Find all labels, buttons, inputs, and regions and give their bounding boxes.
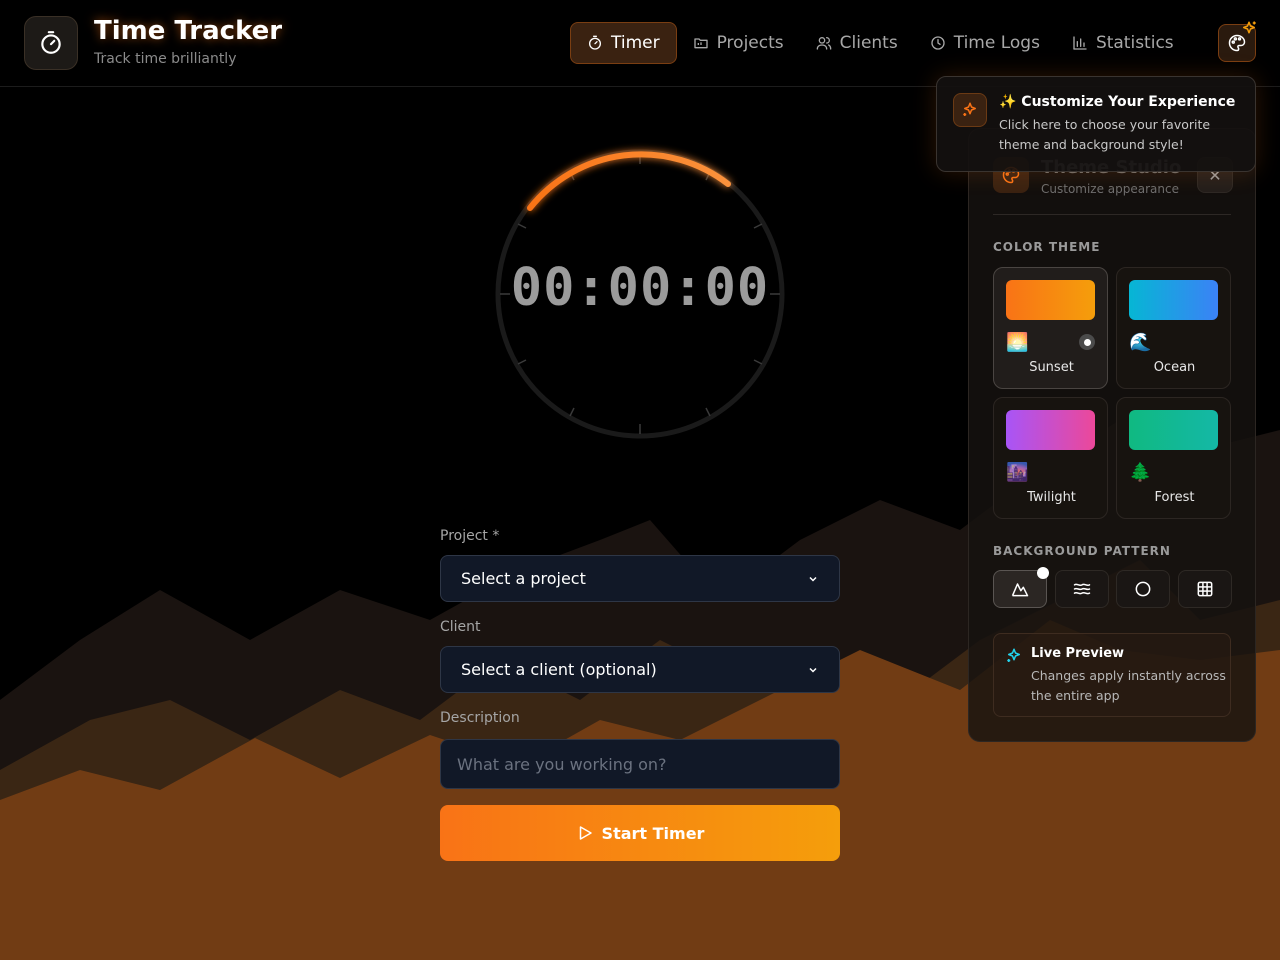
studio-subtitle: Customize appearance: [1041, 182, 1179, 196]
chevron-down-icon: [809, 667, 817, 673]
theme-card-ocean[interactable]: 🌊 Ocean: [1116, 267, 1231, 389]
app-logo: [24, 16, 78, 70]
start-timer-button[interactable]: Start Timer: [440, 805, 840, 861]
chevron-down-icon: [809, 576, 817, 582]
customize-tooltip[interactable]: ✨ Customize Your Experience Click here t…: [936, 76, 1256, 172]
pattern-waves-button[interactable]: [1055, 570, 1109, 608]
sparkle-icon: [1243, 21, 1256, 34]
nav-label: Statistics: [1095, 33, 1174, 53]
theme-swatch: [1006, 410, 1095, 450]
sunset-icon: 🌅: [1006, 332, 1029, 353]
tree-icon: 🌲: [1129, 462, 1152, 483]
play-icon: [579, 826, 592, 840]
project-select-value: Select a project: [461, 569, 586, 588]
description-input[interactable]: What are you working on?: [440, 739, 840, 789]
client-select-value: Select a client (optional): [461, 660, 657, 679]
description-placeholder: What are you working on?: [457, 754, 667, 774]
project-label: Project *: [440, 528, 500, 544]
theme-card-sunset[interactable]: 🌅 Sunset: [993, 267, 1108, 389]
theme-name: Forest: [1154, 490, 1195, 505]
theme-name: Ocean: [1153, 360, 1196, 375]
mountain-icon: [1011, 583, 1029, 597]
nav-label: Clients: [839, 33, 898, 53]
nav-item-timer[interactable]: Timer: [570, 22, 677, 64]
tooltip-title: ✨ Customize Your Experience: [999, 94, 1236, 110]
wave-icon: 🌊: [1129, 332, 1152, 353]
app-title: Time Tracker: [94, 16, 283, 46]
theme-swatch: [1006, 280, 1095, 320]
circle-icon: [1135, 581, 1151, 597]
sparkle-icon: [1007, 648, 1020, 662]
stopwatch-icon: [41, 31, 61, 54]
nav-label: Projects: [716, 33, 784, 53]
live-preview-box: Live Preview Changes apply instantly acr…: [993, 633, 1231, 717]
nav-label: Timer: [611, 33, 660, 53]
selected-indicator: [1037, 567, 1049, 579]
folder-icon: [693, 38, 708, 49]
tooltip-text: Click here to choose your favorite theme…: [999, 117, 1211, 152]
users-icon: [816, 37, 831, 50]
sparkle-icon: [963, 102, 976, 116]
nav-item-time-logs[interactable]: Time Logs: [914, 22, 1056, 64]
grid-icon: [1197, 581, 1213, 597]
nav-item-clients[interactable]: Clients: [800, 22, 914, 64]
divider: [993, 214, 1231, 215]
main-nav: Timer Projects Clients Time Logs Statist…: [570, 22, 1190, 64]
background-pattern-label: BACKGROUND PATTERN: [993, 544, 1171, 558]
clock-icon: [931, 36, 945, 50]
app-header: Time Tracker Track time brilliantly Time…: [0, 0, 1280, 87]
theme-name: Twilight: [1027, 490, 1076, 505]
timer-form: Project * Select a project Client Select…: [440, 528, 840, 861]
cityscape-icon: 🌆: [1006, 462, 1029, 483]
waves-icon: [1073, 583, 1091, 595]
start-timer-label: Start Timer: [601, 823, 705, 843]
live-preview-text: Changes apply instantly across the entir…: [1031, 668, 1226, 703]
theme-card-twilight[interactable]: 🌆 Twilight: [993, 397, 1108, 519]
theme-swatch: [1129, 410, 1218, 450]
pattern-grid-button[interactable]: [1178, 570, 1232, 608]
app-subtitle: Track time brilliantly: [94, 51, 237, 67]
project-select[interactable]: Select a project: [440, 555, 840, 602]
bar-chart-icon: [1073, 36, 1087, 50]
color-theme-label: COLOR THEME: [993, 240, 1101, 254]
client-select[interactable]: Select a client (optional): [440, 646, 840, 693]
theme-studio-panel: Theme Studio Customize appearance ✕ COLO…: [968, 128, 1256, 742]
pattern-circles-button[interactable]: [1116, 570, 1170, 608]
timer-display: 00:00:00: [510, 258, 770, 318]
nav-item-statistics[interactable]: Statistics: [1056, 22, 1190, 64]
nav-label: Time Logs: [953, 33, 1040, 53]
nav-item-projects[interactable]: Projects: [677, 22, 800, 64]
live-preview-title: Live Preview: [1031, 646, 1125, 661]
description-label: Description: [440, 710, 520, 726]
theme-name: Sunset: [1029, 360, 1074, 375]
tooltip-icon: [953, 93, 987, 127]
theme-swatch: [1129, 280, 1218, 320]
theme-card-forest[interactable]: 🌲 Forest: [1116, 397, 1231, 519]
selected-indicator: [1079, 334, 1095, 350]
stopwatch-icon: [589, 35, 601, 50]
client-label: Client: [440, 619, 481, 635]
